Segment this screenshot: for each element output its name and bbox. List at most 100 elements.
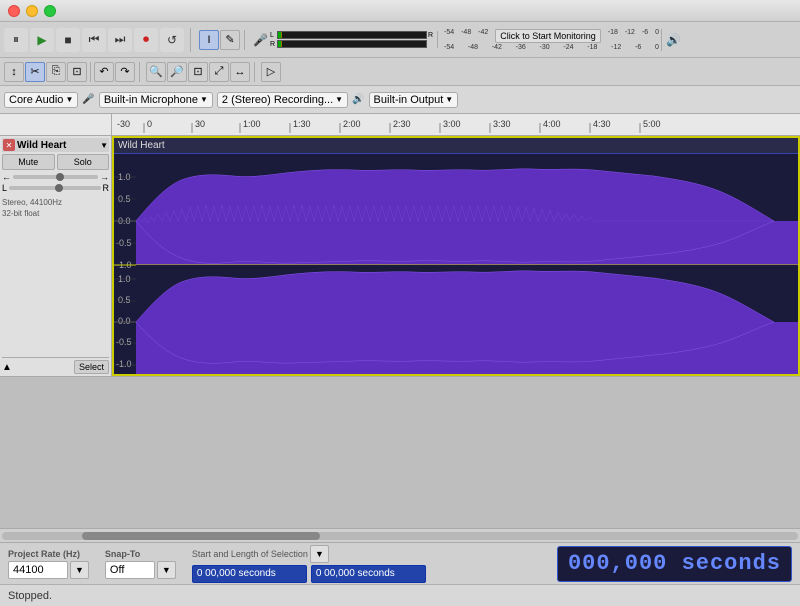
draw-tool-btn[interactable]: ⎘ xyxy=(46,62,66,82)
timeline-ruler: -30 0 30 1:00 1:30 2:00 2:30 3:00 3:30 4… xyxy=(0,114,800,136)
output-vu-section: 🔊 xyxy=(666,33,681,47)
audio-host-select[interactable]: Core Audio ▼ xyxy=(4,92,78,108)
svg-text:3:00: 3:00 xyxy=(443,119,461,129)
svg-text:-0.5: -0.5 xyxy=(116,337,132,347)
selection-type-dropdown[interactable]: ▼ xyxy=(310,545,329,563)
project-rate-dropdown[interactable]: ▼ xyxy=(70,561,89,579)
zoom-out-btn[interactable]: 🔎 xyxy=(167,62,187,82)
track-arrow-icon[interactable]: ▲ xyxy=(2,362,12,373)
redo-btn[interactable]: ↷ xyxy=(115,62,135,82)
gain-thumb xyxy=(56,173,64,181)
scrollbar-track[interactable] xyxy=(2,532,798,540)
vu-meter-r xyxy=(277,40,427,48)
pan-thumb xyxy=(55,184,63,192)
svg-text:-30: -30 xyxy=(117,119,130,129)
channels-select[interactable]: 2 (Stereo) Recording... ▼ xyxy=(217,92,348,108)
pan-slider[interactable] xyxy=(9,186,100,190)
mute-button[interactable]: Mute xyxy=(2,154,55,170)
vsep1 xyxy=(90,62,91,82)
snap-to-group: Snap-To Off ▼ xyxy=(105,549,176,579)
selection-start-input[interactable]: 0 00,000 seconds xyxy=(192,565,307,583)
input-vu-meters: L R R xyxy=(270,31,433,48)
play-cursor-btn[interactable]: ▷ xyxy=(261,62,281,82)
vu-meter-l xyxy=(277,31,427,39)
vu-fill-r xyxy=(278,41,282,47)
svg-text:4:00: 4:00 xyxy=(543,119,561,129)
zoom-fit-btn[interactable]: ⤢ xyxy=(209,62,229,82)
horizontal-scrollbar[interactable] xyxy=(0,528,800,542)
svg-text:5:00: 5:00 xyxy=(643,119,661,129)
bottom-controls: Project Rate (Hz) ▼ Snap-To Off ▼ Start … xyxy=(0,542,800,584)
select-tool-btn[interactable]: ↕ xyxy=(4,62,24,82)
track-info: Stereo, 44100Hz 32-bit float xyxy=(2,197,109,219)
vu-scale-top: -54 -48 -42 Click to Start Monitoring -1… xyxy=(444,29,659,43)
track-bottom-row: ▲ Select xyxy=(2,357,109,374)
next-button[interactable]: ⏭ xyxy=(108,28,132,52)
svg-text:-1.0: -1.0 xyxy=(116,359,132,369)
vu-scale-bottom: -54 -48 -42 -36 -30 -24 -18 -12 -6 0 xyxy=(444,44,659,51)
project-rate-input[interactable] xyxy=(8,561,68,579)
toolbar-row1: ⏸ ▶ ■ ⏮ ⏭ ⏺ ↺ I ✎ 🎤 L R R xyxy=(0,22,800,58)
track-panel: ✕ Wild Heart ▼ Mute Solo ← → L R Stereo, xyxy=(0,136,112,376)
project-rate-input-row: ▼ xyxy=(8,561,89,579)
big-time-display: 000,000 seconds xyxy=(557,546,792,582)
transport-controls: ⏸ ▶ ■ ⏮ ⏭ ⏺ ↺ xyxy=(4,28,191,52)
undo-btn[interactable]: ↶ xyxy=(94,62,114,82)
vu-fill-l xyxy=(278,32,282,38)
mic-icon-device: 🎤 xyxy=(82,94,94,105)
solo-button[interactable]: Solo xyxy=(57,154,110,170)
pause-button[interactable]: ⏸ xyxy=(4,28,28,52)
zoom-in-btn[interactable]: 🔍 xyxy=(146,62,166,82)
waveform-title-bar: Wild Heart xyxy=(114,138,798,154)
zoom-fit2-btn[interactable]: ↔ xyxy=(230,62,250,82)
snap-to-input-row: Off ▼ xyxy=(105,561,176,579)
svg-text:1:30: 1:30 xyxy=(293,119,311,129)
scrollbar-thumb[interactable] xyxy=(82,532,321,540)
input-device-select[interactable]: Built-in Microphone ▼ xyxy=(99,92,213,108)
svg-text:0: 0 xyxy=(147,119,152,129)
mute-solo-row: Mute Solo xyxy=(2,154,109,170)
track-close-button[interactable]: ✕ xyxy=(3,139,15,151)
waveform-svg: 1.0 0.5 0.0 -0.5 -1.0 xyxy=(114,154,798,376)
gain-slider[interactable] xyxy=(13,175,98,179)
device-row: Core Audio ▼ 🎤 Built-in Microphone ▼ 2 (… xyxy=(0,86,800,114)
snap-to-dropdown[interactable]: ▼ xyxy=(157,561,176,579)
play-button[interactable]: ▶ xyxy=(30,28,54,52)
output-device-select[interactable]: Built-in Output ▼ xyxy=(369,92,459,108)
click-to-monitor-button[interactable]: Click to Start Monitoring xyxy=(495,29,601,43)
play-tools-section: ▷ xyxy=(257,62,285,82)
zoom-sel-btn[interactable]: ⊡ xyxy=(188,62,208,82)
project-rate-group: Project Rate (Hz) ▼ xyxy=(8,549,89,579)
prev-button[interactable]: ⏮ xyxy=(82,28,106,52)
selection-group: Start and Length of Selection ▼ 0 00,000… xyxy=(192,545,426,583)
track-collapse-button[interactable]: ▼ xyxy=(100,141,108,150)
empty-area xyxy=(0,376,800,528)
edit-tools-section: ↕ ✂ ⎘ ⊡ ↶ ↷ xyxy=(4,62,140,82)
vu-r-right-label: R xyxy=(428,32,433,39)
gain-row: ← → xyxy=(2,172,109,182)
track-header: ✕ Wild Heart ▼ xyxy=(2,138,109,152)
multi-tool-btn[interactable]: ⊡ xyxy=(67,62,87,82)
loop-button[interactable]: ↺ xyxy=(160,28,184,52)
track-name: Wild Heart xyxy=(17,140,100,151)
waveform-display: Wild Heart 1.0 0.5 0.0 -0.5 -1.0 xyxy=(112,136,800,376)
envelope-tool-btn[interactable]: ✂ xyxy=(25,62,45,82)
svg-text:3:30: 3:30 xyxy=(493,119,511,129)
pencil-tool[interactable]: ✎ xyxy=(220,30,240,50)
zoom-tools-section: 🔍 🔎 ⊡ ⤢ ↔ xyxy=(142,62,255,82)
minimize-button[interactable] xyxy=(26,5,38,17)
track-select-button[interactable]: Select xyxy=(74,360,109,374)
selection-end-input[interactable]: 0 00,000 seconds xyxy=(311,565,426,583)
close-button[interactable] xyxy=(8,5,20,17)
title-bar xyxy=(0,0,800,22)
input-vu-section: 🎤 L R R xyxy=(249,31,438,48)
stop-button[interactable]: ■ xyxy=(56,28,80,52)
record-button[interactable]: ⏺ xyxy=(134,28,158,52)
traffic-lights xyxy=(8,5,56,17)
speaker-icon-device: 🔊 xyxy=(352,94,364,105)
vu-r-label: R xyxy=(270,41,276,48)
maximize-button[interactable] xyxy=(44,5,56,17)
cursor-tool[interactable]: I xyxy=(199,30,219,50)
snap-to-value: Off xyxy=(105,561,155,579)
svg-text:30: 30 xyxy=(195,119,205,129)
